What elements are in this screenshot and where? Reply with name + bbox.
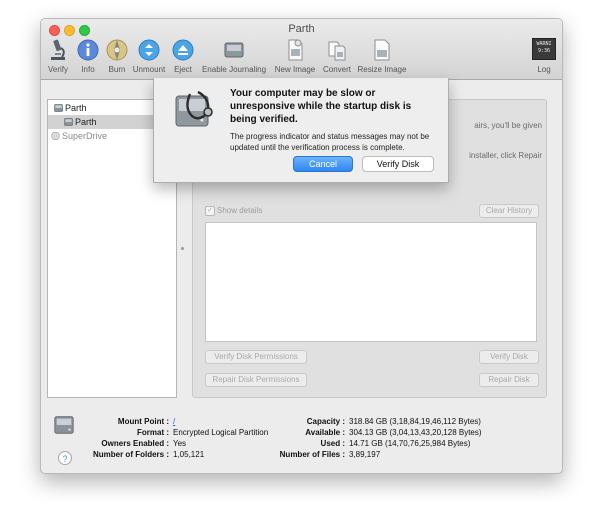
show-details-label: Show details [217,206,263,215]
sidebar-item-label: Parth [75,117,97,127]
log-badge: WARNI 9:36 [536,41,552,54]
verification-log-area [205,222,537,342]
new-image-label: New Image [274,65,316,74]
disk-stethoscope-icon [175,90,213,127]
first-aid-text-line-1: airs, you'll be given [474,121,542,130]
sidebar-item-label: Parth [65,103,87,113]
info-icon [77,39,99,61]
clear-history-button[interactable]: Clear History [479,204,539,218]
toolbar: Parth Verify Info Burn Unmount Eject Ena… [41,19,562,80]
eject-label: Eject [174,65,192,74]
resize-image-label: Resize Image [357,65,407,74]
microscope-icon [51,39,65,60]
convert-icon [328,41,346,61]
alert-heading: Your computer may be slow or unresponsiv… [230,88,412,125]
log-label: Log [537,65,551,74]
used-label: Used : [320,439,345,448]
format-value: Encrypted Logical Partition [173,428,269,437]
enable-journaling-label: Enable Journaling [201,65,267,74]
resize-image-icon [374,39,390,61]
disk-utility-window: Parth Verify Info Burn Unmount Eject Ena… [40,18,563,474]
superdrive-icon [51,131,60,141]
used-value: 14.71 GB (14,70,76,25,984 Bytes) [349,439,471,448]
verify-disk-permissions-button[interactable]: Verify Disk Permissions [205,350,307,364]
mount-point-value[interactable]: / [173,417,175,426]
show-details-checkbox[interactable]: ✓ [205,206,215,216]
unmount-icon [138,39,160,61]
mount-point-label: Mount Point : [117,417,169,426]
folders-label: Number of Folders : [92,450,169,459]
format-label: Format : [137,428,169,437]
capacity-label: Capacity : [306,417,345,426]
available-label: Available : [305,428,345,437]
repair-disk-button[interactable]: Repair Disk [479,373,539,387]
files-label: Number of Files : [279,450,345,459]
journaling-disk-icon [224,42,244,58]
cancel-button[interactable]: Cancel [293,156,353,172]
log-icon: WARNI 9:36 [532,38,556,60]
eject-icon [172,39,194,61]
alert-message: The progress indicator and status messag… [230,132,430,152]
owners-enabled-label: Owners Enabled : [101,439,169,448]
verify-disk-confirm-button[interactable]: Verify Disk [362,156,434,172]
burn-label: Burn [108,65,126,74]
info-label: Info [81,65,95,74]
hard-drive-icon [54,104,63,112]
convert-label: Convert [322,65,351,74]
verify-disk-button[interactable]: Verify Disk [479,350,539,364]
available-value: 304.13 GB (3,04,13,43,20,128 Bytes) [349,428,482,437]
first-aid-text-line-2: installer, click Repair [469,151,542,160]
unmount-label: Unmount [132,65,166,74]
window-title: Parth [288,23,315,35]
help-button[interactable]: ? [58,451,72,465]
volume-info-disk-icon [54,416,74,434]
folders-value: 1,05,121 [173,450,205,459]
verify-label: Verify [47,65,68,74]
splitter-handle[interactable] [181,247,184,250]
repair-disk-permissions-button[interactable]: Repair Disk Permissions [205,373,307,387]
files-value: 3,89,197 [349,450,381,459]
new-image-icon [288,39,303,61]
capacity-value: 318.84 GB (3,18,84,19,46,112 Bytes) [349,417,481,426]
sidebar-item-label: SuperDrive [62,131,108,141]
volume-icon [64,118,73,126]
burn-disc-icon [106,39,128,61]
owners-enabled-value: Yes [173,439,187,448]
